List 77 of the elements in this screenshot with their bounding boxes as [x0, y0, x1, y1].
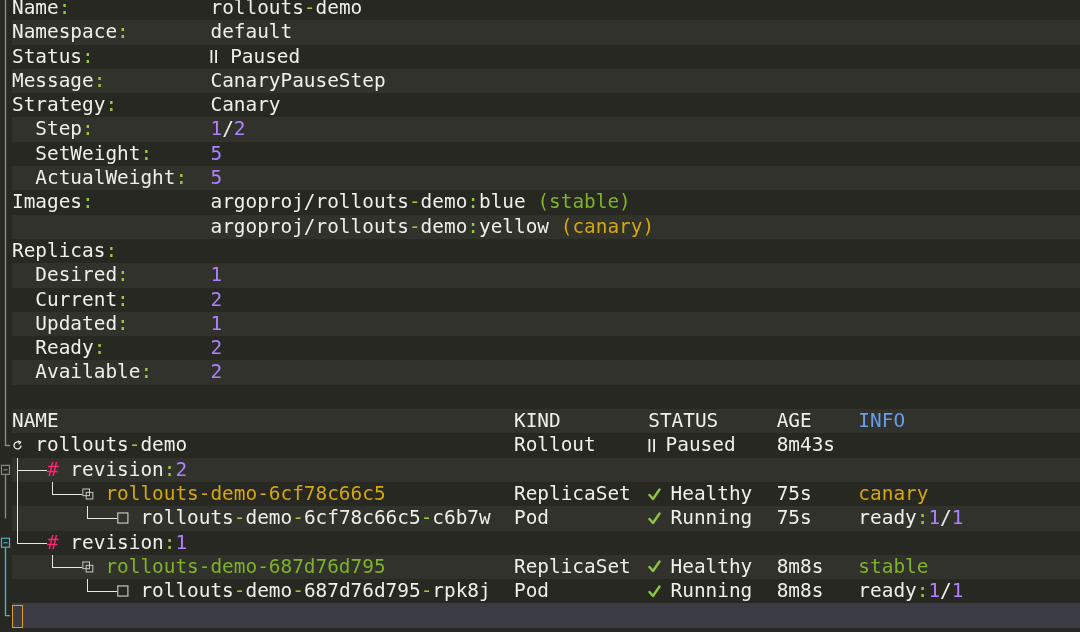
resource-status: Running [670, 579, 753, 604]
resource-age: 75s [776, 506, 812, 530]
field-value: 2 [210, 336, 223, 361]
refresh-icon [12, 440, 23, 451]
resource-status: Healthy [670, 554, 753, 580]
pause-icon [210, 50, 219, 64]
resource-age: 8m8s [776, 579, 824, 603]
check-icon [648, 560, 662, 574]
field-value: 1 [210, 263, 223, 288]
field-label: Current: [35, 287, 129, 311]
field-value: rollouts-demo [210, 0, 363, 21]
field-label: Strategy: [12, 93, 118, 117]
resource-kind: Pod [514, 506, 549, 530]
resource-name: rollouts-demo-6cf78c66c5 [105, 481, 386, 507]
field-label: Name: [12, 0, 71, 19]
field-value: 1/2 [210, 117, 246, 142]
resource-kind: Pod [514, 579, 549, 603]
check-icon [648, 584, 662, 598]
square-icon [117, 585, 129, 598]
field-label: Replicas: [12, 238, 118, 262]
field-value: 2 [210, 287, 223, 312]
resource-age: 8m43s [776, 433, 835, 457]
image-name: argoproj/rollouts-demo:blue [210, 190, 526, 215]
resource-name: rollouts-demo-6cf78c66c5-c6b7w [140, 506, 491, 531]
revision-marker: # [47, 530, 59, 555]
field-value: Canary [210, 93, 281, 118]
resource-kind: ReplicaSet [514, 481, 631, 505]
column-header: INFO [858, 409, 907, 434]
field-label: SetWeight: [35, 141, 153, 165]
column-header: AGE [776, 409, 813, 434]
field-label: Available: [35, 360, 153, 384]
image-name: argoproj/rollouts-demo:yellow [210, 214, 550, 239]
resource-age: 75s [776, 481, 812, 505]
text-cursor [12, 605, 23, 629]
resource-info: ready:1/1 [858, 579, 964, 603]
resource-kind: Rollout [514, 433, 596, 457]
field-value: CanaryPauseStep [210, 68, 386, 94]
resource-age: 8m8s [776, 554, 824, 578]
field-value: 2 [210, 360, 223, 385]
image-tag: (canary) [560, 214, 655, 239]
field-label: ActualWeight: [35, 166, 188, 190]
resource-name: rollouts-demo [35, 433, 188, 458]
check-icon [648, 487, 662, 501]
resource-name: rollouts-demo-687d76d795 [105, 554, 386, 580]
check-icon [648, 511, 662, 525]
resource-name: revision:2 [70, 457, 188, 482]
field-label: Desired: [35, 263, 129, 287]
field-label: Ready: [35, 336, 106, 360]
square-icon [117, 512, 129, 525]
field-label: Message: [12, 68, 106, 92]
column-header: KIND [514, 409, 562, 434]
image-tag: (stable) [537, 190, 631, 215]
resource-name: revision:1 [70, 530, 188, 555]
field-label: Images: [12, 190, 94, 214]
field-value: 1 [210, 311, 223, 337]
revision-marker: # [47, 457, 59, 482]
resource-info: canary [858, 481, 929, 505]
resource-status: Paused [665, 433, 736, 458]
column-header: STATUS [648, 409, 720, 434]
stacked-squares-icon [82, 487, 94, 502]
field-label: Status: [12, 44, 94, 68]
field-label: Step: [35, 117, 94, 141]
resource-info: ready:1/1 [858, 506, 964, 530]
column-header: NAME [12, 409, 60, 434]
resource-info: stable [858, 554, 929, 578]
stacked-squares-icon [82, 559, 94, 574]
resource-status: Running [670, 506, 753, 531]
resource-kind: ReplicaSet [514, 554, 631, 578]
field-value: Paused [230, 44, 301, 69]
field-label: Updated: [35, 311, 129, 335]
field-value: 5 [210, 141, 223, 167]
resource-status: Healthy [670, 481, 753, 507]
pause-icon [648, 439, 657, 452]
resource-name: rollouts-demo-687d76d795-rpk8j [140, 579, 491, 604]
field-value: 5 [210, 166, 223, 191]
field-label: Namespace: [12, 20, 129, 44]
field-value: default [210, 20, 293, 45]
